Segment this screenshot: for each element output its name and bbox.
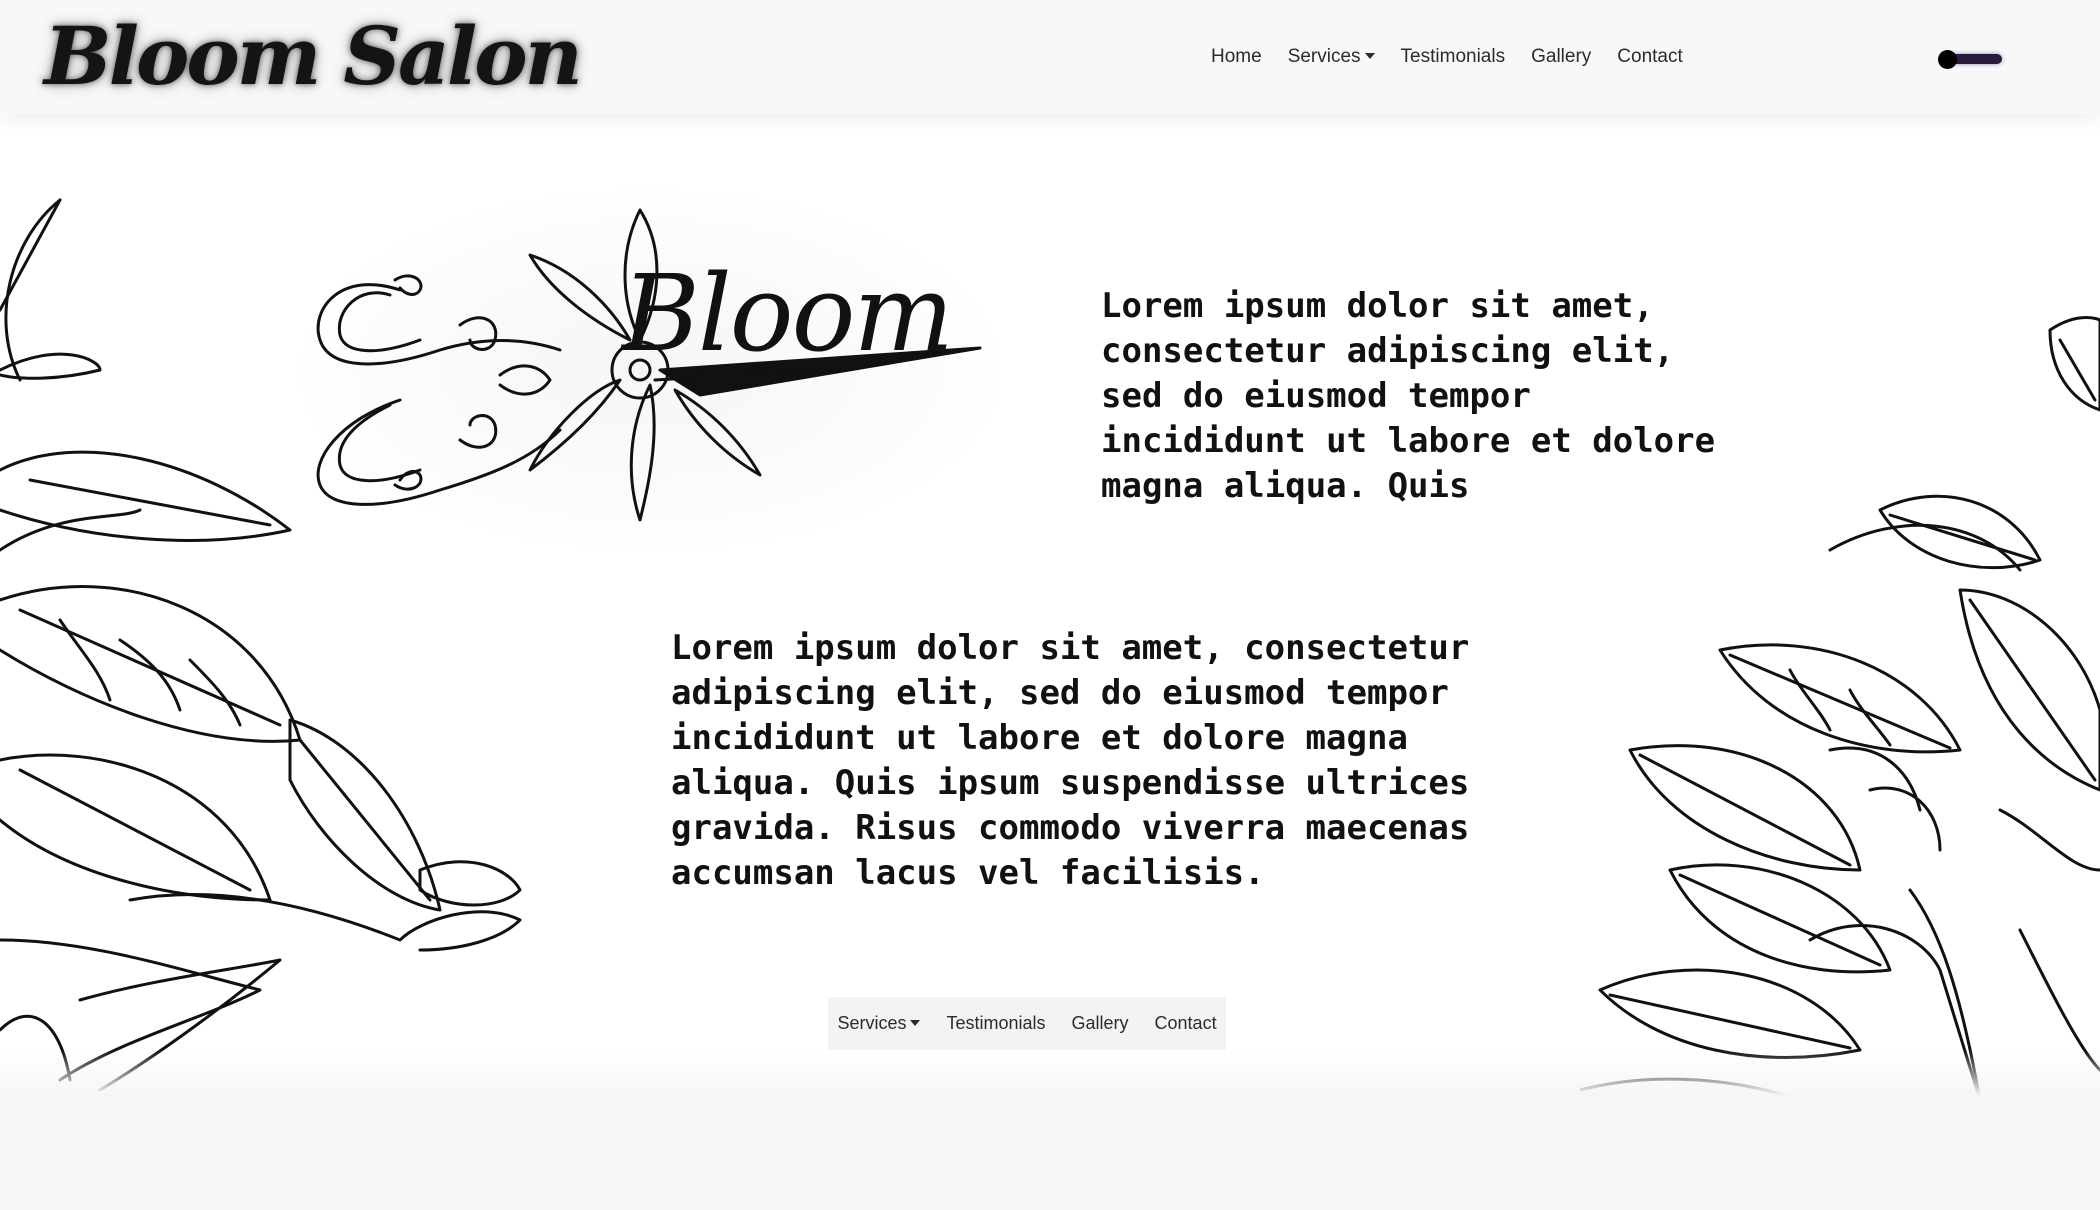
footer-band [0, 1096, 2100, 1210]
intro-paragraph: Lorem ipsum dolor sit amet, consectetur … [1101, 286, 1716, 506]
nav-link-gallery[interactable]: Gallery [1518, 40, 1604, 74]
footer-link-contact[interactable]: Contact [1142, 1013, 1230, 1034]
nav-links: Home Services Testimonials Gallery Conta… [1198, 40, 1696, 74]
caret-down-icon [1364, 53, 1375, 59]
toggle-knob [1938, 50, 1957, 69]
theme-toggle[interactable] [1938, 50, 2002, 69]
footer-link-testimonials[interactable]: Testimonials [933, 1013, 1058, 1034]
brand-logo[interactable]: Bloom Salon [44, 6, 583, 106]
nav-link-testimonials[interactable]: Testimonials [1388, 40, 1519, 74]
footer-nav: Services Testimonials Gallery Contact [828, 997, 1226, 1050]
salon-logo: Bloom [300, 190, 1000, 550]
caret-down-icon [910, 1020, 921, 1026]
logo-wordmark: Bloom [622, 252, 954, 375]
navbar: Bloom Salon Home Services Testimonials G… [0, 0, 2100, 114]
body-paragraph: Lorem ipsum dolor sit amet, consectetur … [671, 628, 1470, 893]
nav-link-home[interactable]: Home [1198, 40, 1275, 74]
bottom-fade [0, 1050, 2100, 1096]
footer-link-gallery[interactable]: Gallery [1059, 1013, 1142, 1034]
page: Bloom Salon Home Services Testimonials G… [0, 0, 2100, 1210]
nav-link-contact[interactable]: Contact [1604, 40, 1695, 74]
footer-link-services[interactable]: Services [824, 1013, 933, 1034]
nav-link-services[interactable]: Services [1275, 40, 1388, 74]
